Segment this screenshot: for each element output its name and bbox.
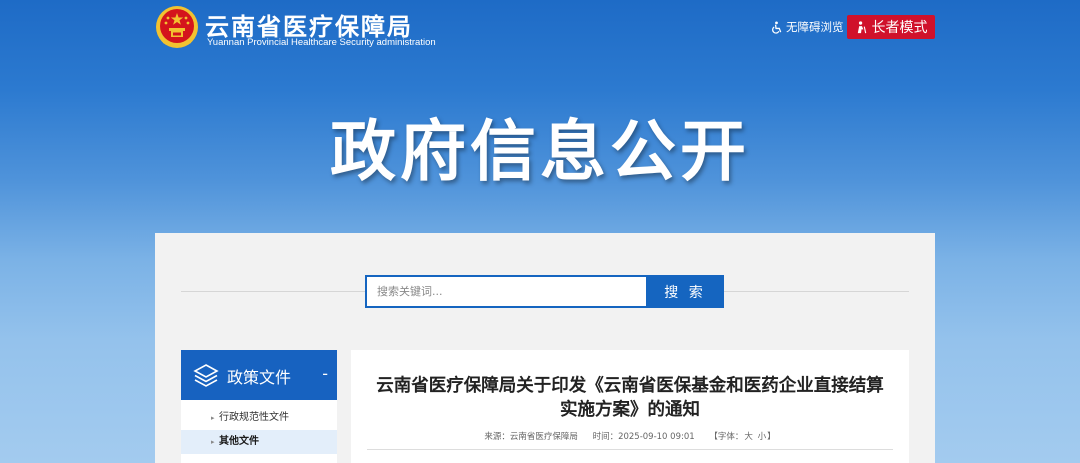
accessibility-label: 无障碍浏览 (786, 20, 844, 34)
wheelchair-icon (772, 20, 782, 34)
elder-person-icon (857, 20, 866, 33)
article-title: 云南省医疗保障局关于印发《云南省医保基金和医药企业直接结算实施方案》的通知 (376, 376, 884, 420)
accessibility-link[interactable]: 无障碍浏览 (770, 19, 844, 35)
article-source: 来源：云南省医疗保障局 (484, 432, 578, 442)
font-small-button[interactable]: 小 (758, 432, 767, 442)
collapse-toggle[interactable]: - (322, 364, 328, 383)
sidebar-item-other-docs[interactable]: 其他文件 (181, 430, 337, 454)
sidebar-header[interactable]: 政策文件 - (181, 350, 337, 400)
content-panel: 搜 索 政策文件 - 行政规范性文件 其他文件 云南省医疗保障局关于印发《云南省… (155, 233, 935, 463)
layers-stack-icon (193, 364, 219, 387)
site-header: 云南省医疗保障局 Yuannan Provincial Healthcare S… (0, 0, 1080, 60)
font-size-close: 】 (767, 432, 776, 442)
article: 云南省医疗保障局关于印发《云南省医保基金和医药企业直接结算实施方案》的通知 来源… (351, 350, 909, 463)
font-large-button[interactable]: 大 (744, 432, 753, 442)
elder-mode-label: 长者模式 (871, 20, 928, 36)
search-button[interactable]: 搜 索 (646, 275, 724, 308)
sidebar-item-normative-docs[interactable]: 行政规范性文件 (181, 406, 337, 430)
elder-mode-button[interactable]: 长者模式 (847, 15, 935, 39)
article-meta: 来源：云南省医疗保障局 时间：2025-09-10 09:01 【字体：大 小】 (351, 430, 909, 442)
sidebar-heading: 政策文件 (227, 368, 292, 387)
sidebar: 政策文件 - 行政规范性文件 其他文件 (181, 350, 337, 463)
banner-title: 政府信息公开 (330, 113, 750, 190)
font-size-label: 【字体： (709, 432, 744, 442)
national-emblem-icon[interactable] (155, 5, 199, 51)
font-size-control: 【字体：大 小】 (709, 432, 775, 442)
meta-divider (367, 449, 893, 450)
article-time: 时间：2025-09-10 09:01 (592, 432, 695, 442)
site-subtitle: Yuannan Provincial Healthcare Security a… (207, 37, 436, 48)
